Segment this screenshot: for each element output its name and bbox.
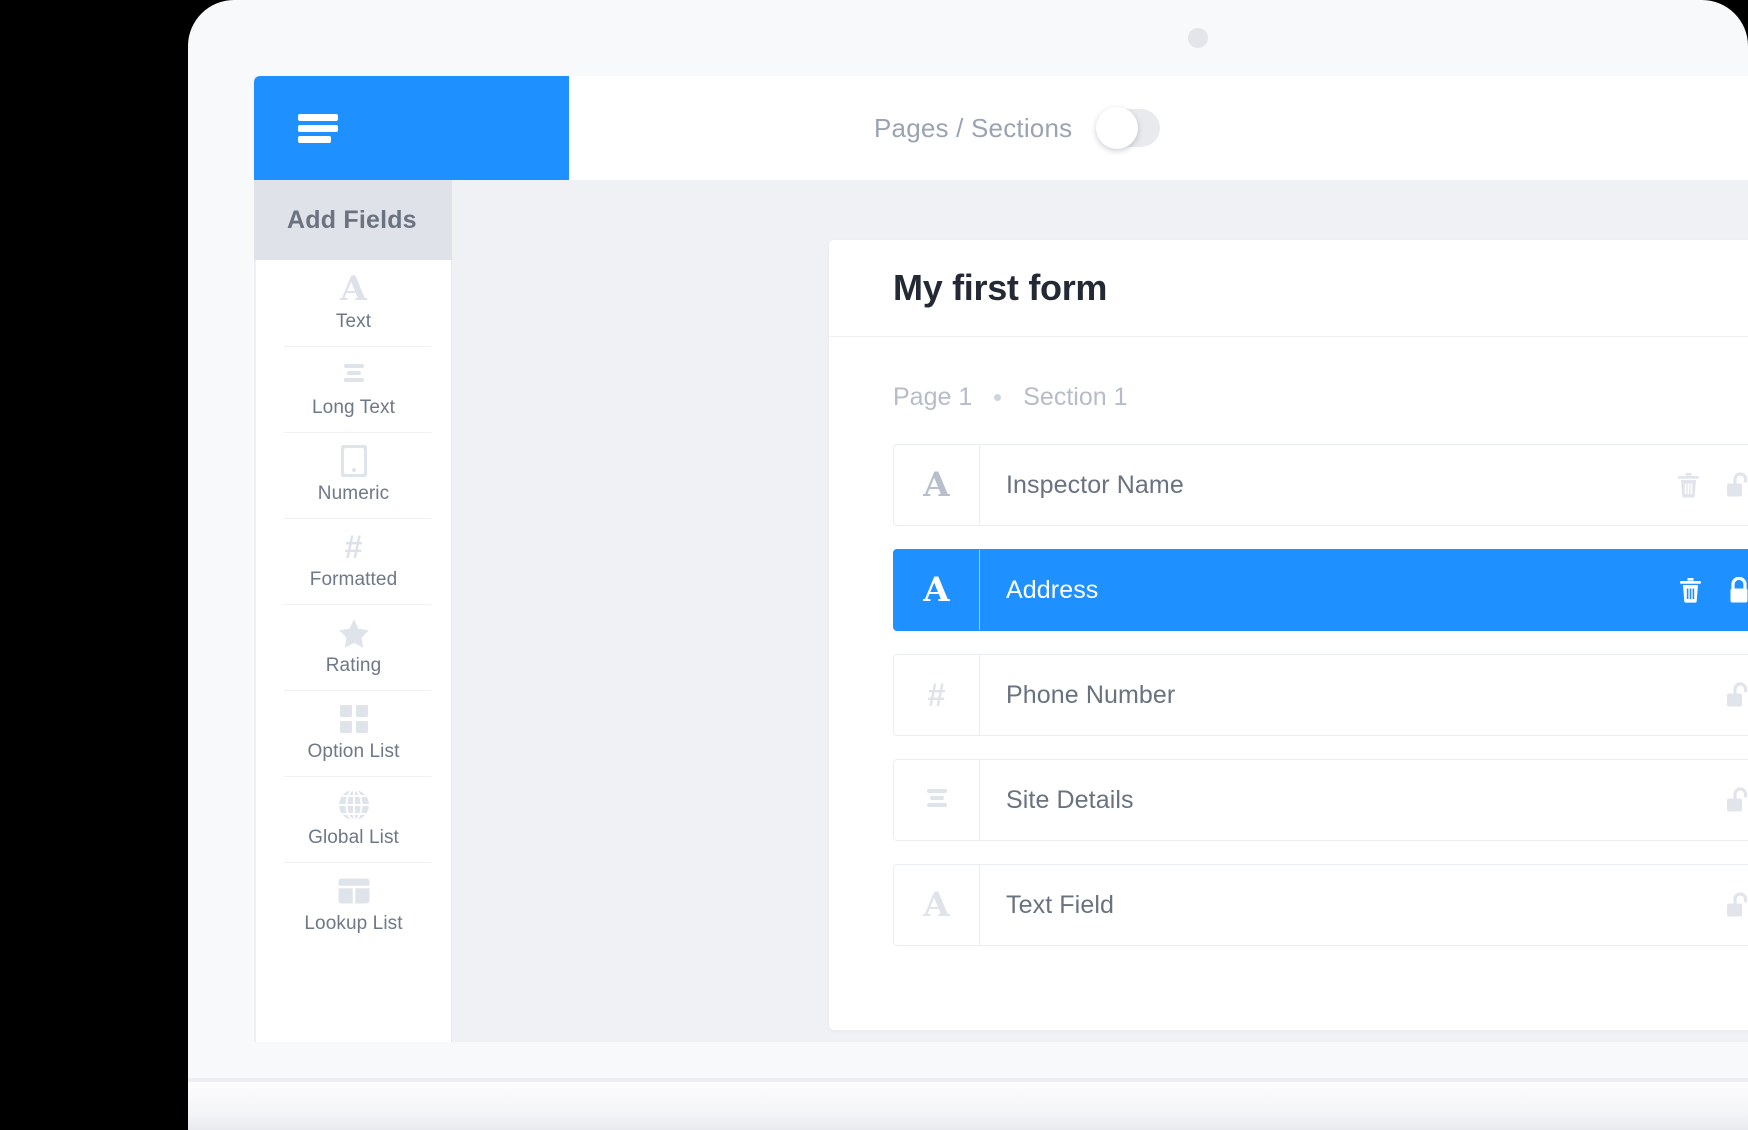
- palette-item-label: Option List: [307, 741, 400, 762]
- paragraph-lines-icon: [894, 760, 980, 840]
- field-label: Inspector Name: [1006, 470, 1184, 499]
- form-card: My first form Page 1 Section 1 A Inspect…: [829, 240, 1748, 1030]
- unlock-icon[interactable]: [1726, 891, 1748, 919]
- palette-item-long-text[interactable]: Long Text: [256, 346, 451, 432]
- palette-item-rating[interactable]: Rating: [256, 604, 451, 690]
- palette-item-option-list[interactable]: Option List: [256, 690, 451, 776]
- form-card-header: My first form: [829, 240, 1748, 337]
- table-row[interactable]: A Text Field: [893, 864, 1748, 946]
- form-canvas: My first form Page 1 Section 1 A Inspect…: [452, 180, 1748, 1042]
- tablet-device-icon: [340, 445, 367, 477]
- table-row[interactable]: A Address: [893, 549, 1748, 631]
- app-screen: Pages / Sections Add Fields A Text Long …: [254, 76, 1748, 1042]
- pages-sections-toggle[interactable]: [1096, 107, 1161, 149]
- top-bar: Pages / Sections: [254, 76, 1748, 180]
- globe-icon: [338, 789, 370, 821]
- field-type-list: A Text Long Text Numeric # Formatted Rat…: [254, 260, 452, 1042]
- page-title: My first form: [893, 267, 1108, 308]
- add-fields-header: Add Fields: [254, 180, 452, 260]
- add-fields-panel: Add Fields A Text Long Text Numeric # Fo…: [254, 180, 452, 1042]
- top-bar-right: Pages / Sections: [569, 76, 1161, 180]
- palette-item-label: Global List: [308, 827, 399, 848]
- paragraph-lines-icon: [339, 359, 369, 391]
- menu-button[interactable]: [254, 76, 569, 180]
- table-row[interactable]: # Phone Number: [893, 654, 1748, 736]
- delete-icon[interactable]: [1677, 472, 1700, 498]
- field-label: Text Field: [1006, 890, 1114, 919]
- unlock-icon[interactable]: [1726, 681, 1748, 709]
- form-field-list: A Inspector Name A Address # Phone Numbe…: [829, 444, 1748, 946]
- hash-icon: #: [344, 529, 363, 565]
- lock-icon[interactable]: [1728, 576, 1748, 604]
- palette-item-label: Lookup List: [304, 913, 403, 934]
- row-actions: [1677, 445, 1748, 525]
- screenshot-root: Pages / Sections Add Fields A Text Long …: [0, 0, 1748, 1130]
- palette-item-formatted[interactable]: # Formatted: [256, 518, 451, 604]
- delete-icon[interactable]: [1679, 577, 1702, 603]
- row-actions: [1726, 655, 1748, 735]
- letter-a-icon: A: [340, 269, 367, 309]
- palette-item-label: Numeric: [317, 483, 390, 504]
- table-icon: [337, 875, 370, 907]
- star-icon: [338, 617, 370, 649]
- hash-icon: #: [894, 655, 980, 735]
- palette-item-text[interactable]: A Text: [256, 260, 451, 346]
- letter-a-icon: A: [894, 865, 980, 945]
- row-actions: [1726, 760, 1748, 840]
- palette-item-label: Text: [335, 311, 372, 332]
- palette-item-label: Long Text: [312, 397, 395, 418]
- palette-item-label: Formatted: [309, 569, 398, 590]
- device-camera-dot: [1188, 28, 1208, 48]
- breadcrumb: Page 1 Section 1: [829, 337, 1748, 444]
- palette-item-lookup-list[interactable]: Lookup List: [256, 862, 451, 948]
- palette-item-global-list[interactable]: Global List: [256, 776, 451, 862]
- pages-sections-label: Pages / Sections: [874, 112, 1073, 143]
- unlock-icon[interactable]: [1726, 471, 1748, 499]
- field-label: Site Details: [1006, 785, 1134, 814]
- table-row[interactable]: Site Details: [893, 759, 1748, 841]
- breadcrumb-separator-dot: [994, 394, 1002, 401]
- field-label: Address: [1006, 575, 1099, 604]
- device-bottom-bezel: [188, 1082, 1748, 1130]
- grid-squares-icon: [339, 703, 369, 735]
- field-label: Phone Number: [1006, 680, 1176, 709]
- hamburger-icon: [298, 113, 338, 143]
- table-row[interactable]: A Inspector Name: [893, 444, 1748, 526]
- breadcrumb-page[interactable]: Page 1: [893, 383, 972, 412]
- letter-a-icon: A: [894, 445, 980, 525]
- toggle-knob: [1096, 107, 1139, 149]
- row-actions: [1679, 550, 1748, 630]
- letter-a-icon: A: [894, 550, 980, 630]
- palette-item-label: Rating: [325, 655, 382, 676]
- row-actions: [1726, 865, 1748, 945]
- palette-item-numeric[interactable]: Numeric: [256, 432, 451, 518]
- breadcrumb-section[interactable]: Section 1: [1023, 383, 1127, 412]
- unlock-icon[interactable]: [1726, 786, 1748, 814]
